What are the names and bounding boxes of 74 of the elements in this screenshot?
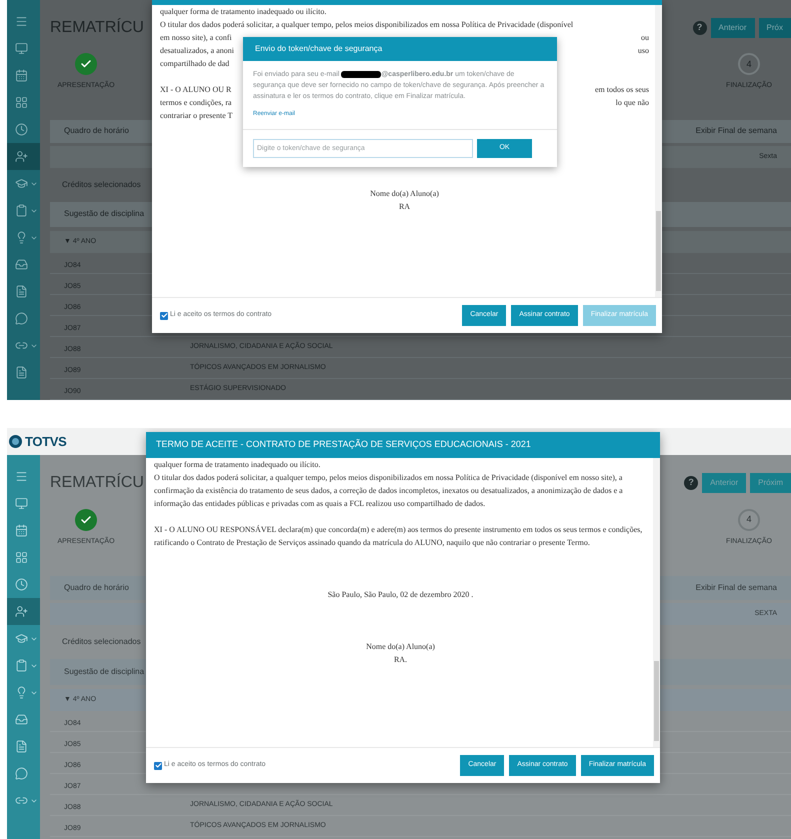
signature-line: Nome do(a) Aluno(a)	[365, 641, 436, 653]
scrollbar[interactable]	[655, 5, 662, 297]
nav-button[interactable]: Anterior	[710, 18, 755, 38]
step-marker: 4	[738, 509, 760, 531]
inbox-icon	[15, 258, 28, 271]
check-icon	[80, 514, 92, 526]
weekend-toggle[interactable]: Exibir Final de semana	[696, 582, 777, 594]
menu-icon	[15, 470, 28, 483]
help-icon[interactable]: ?	[692, 20, 707, 35]
clipboard-icon	[15, 204, 28, 217]
section-title: Sugestão de disciplina	[64, 666, 144, 678]
nav-button[interactable]: Anterior	[702, 473, 746, 493]
page-title: REMATRÍCU	[50, 472, 144, 493]
modal-title: TERMO DE ACEITE - CONTRATO DE PRESTAÇÃO DE SERVIÇOS EDUCACIONAIS - 2021	[146, 432, 660, 458]
contract-text: lo que não	[616, 96, 649, 108]
inbox-icon	[15, 713, 28, 726]
monitor-icon	[15, 42, 28, 55]
contract-text: desatualizados, a anoni	[160, 44, 234, 56]
clock-icon	[15, 578, 28, 591]
calendar-icon	[15, 524, 28, 537]
menu-icon	[15, 15, 28, 28]
contract-text: XI - O ALUNO OU R	[160, 84, 232, 96]
monitor-icon	[15, 497, 28, 510]
weekend-toggle[interactable]: Exibir Final de semana	[696, 125, 777, 138]
nav-button[interactable]: Próxim	[750, 473, 791, 493]
chat-icon	[15, 767, 28, 780]
accept-checkbox[interactable]	[160, 312, 168, 320]
signature-line: São Paulo, São Paulo, 02 de dezembro 2020 .	[326, 589, 474, 601]
contract-text: qualquer forma de tratamento inadequado ou ilícito.	[160, 6, 326, 18]
grid-icon	[15, 551, 28, 564]
contract-text: contrariar o presente T	[160, 110, 232, 122]
contract-text: ou	[641, 32, 649, 44]
contract-text: O titular dos dados poderá solicitar, a qualquer tempo, pelos meios disponibilizados em nossa Política de Privacidade (disponível	[160, 18, 574, 30]
user-plus-icon	[15, 150, 28, 163]
chat-icon	[15, 312, 28, 325]
logo-text: TOTVS	[25, 432, 66, 451]
lightbulb-icon	[15, 686, 28, 699]
graduation-cap-icon	[15, 632, 28, 645]
nav-button[interactable]: Próx	[758, 18, 791, 38]
credits-label: Créditos selecionados	[62, 178, 141, 191]
contract-text: termos e condições, ra	[160, 96, 232, 108]
lightbulb-icon	[15, 231, 28, 244]
grid-icon	[15, 96, 28, 109]
section-title: Quadro de horário	[64, 582, 129, 594]
document-icon	[15, 285, 28, 298]
scrollbar[interactable]	[653, 458, 660, 747]
document-icon	[15, 366, 28, 379]
signature-line: RA	[398, 201, 412, 213]
dialog-title: Envio do token/chave de segurança	[243, 37, 557, 61]
accept-checkbox[interactable]	[154, 762, 162, 770]
help-icon[interactable]: ?	[684, 476, 698, 490]
clock-icon	[15, 123, 28, 136]
logo-icon	[9, 435, 22, 448]
contract-paragraph: O titular dos dados poderá solicitar, a qualquer tempo, pelos meios disponibilizados em nossa Política de Privacidade (disponível em nosso site), a confirmação da existência do tratamento de seus dados, a correção de dados incompletos, inexatos ou desatualizados, a anonimização de dados e a informação das entidades públicas e privadas com as quais a FCL realizou uso compartilhado de dados.	[154, 472, 624, 510]
signature-line: RA.	[392, 654, 408, 666]
step-marker: 4	[738, 53, 760, 76]
contract-text: qualquer forma de tratamento inadequado ou ilícito.	[154, 458, 320, 470]
page-title: REMATRÍCU	[50, 17, 144, 38]
contract-text: em todos os seus	[595, 84, 649, 96]
credits-label: Créditos selecionados	[62, 636, 141, 648]
sidebar-item[interactable]	[7, 143, 40, 170]
section-title: Sugestão de disciplina	[64, 208, 144, 220]
contract-text: em nosso site), a confi	[160, 32, 232, 44]
section-title: Quadro de horário	[64, 125, 129, 138]
contract-text: compartilhado de dad	[160, 58, 230, 70]
graduation-cap-icon	[15, 177, 28, 190]
clipboard-icon	[15, 659, 28, 672]
contract-text: uso	[638, 44, 649, 56]
sidebar-item[interactable]	[7, 598, 40, 625]
document-icon	[15, 740, 28, 753]
signature-line: Nome do(a) Aluno(a)	[369, 188, 440, 200]
contract-paragraph: XI - O ALUNO OU RESPONSÁVEL declara(m) que concorda(m) e adere(m) aos termos do presente instrumento em todos os seus termos e condições, ratificando o Contrato de Prestação de Serviços assinado quando da matrícula do ALUNO, naquilo que não contrariar o presente Termo.	[154, 524, 644, 549]
user-plus-icon	[15, 605, 28, 618]
calendar-icon	[15, 69, 28, 82]
